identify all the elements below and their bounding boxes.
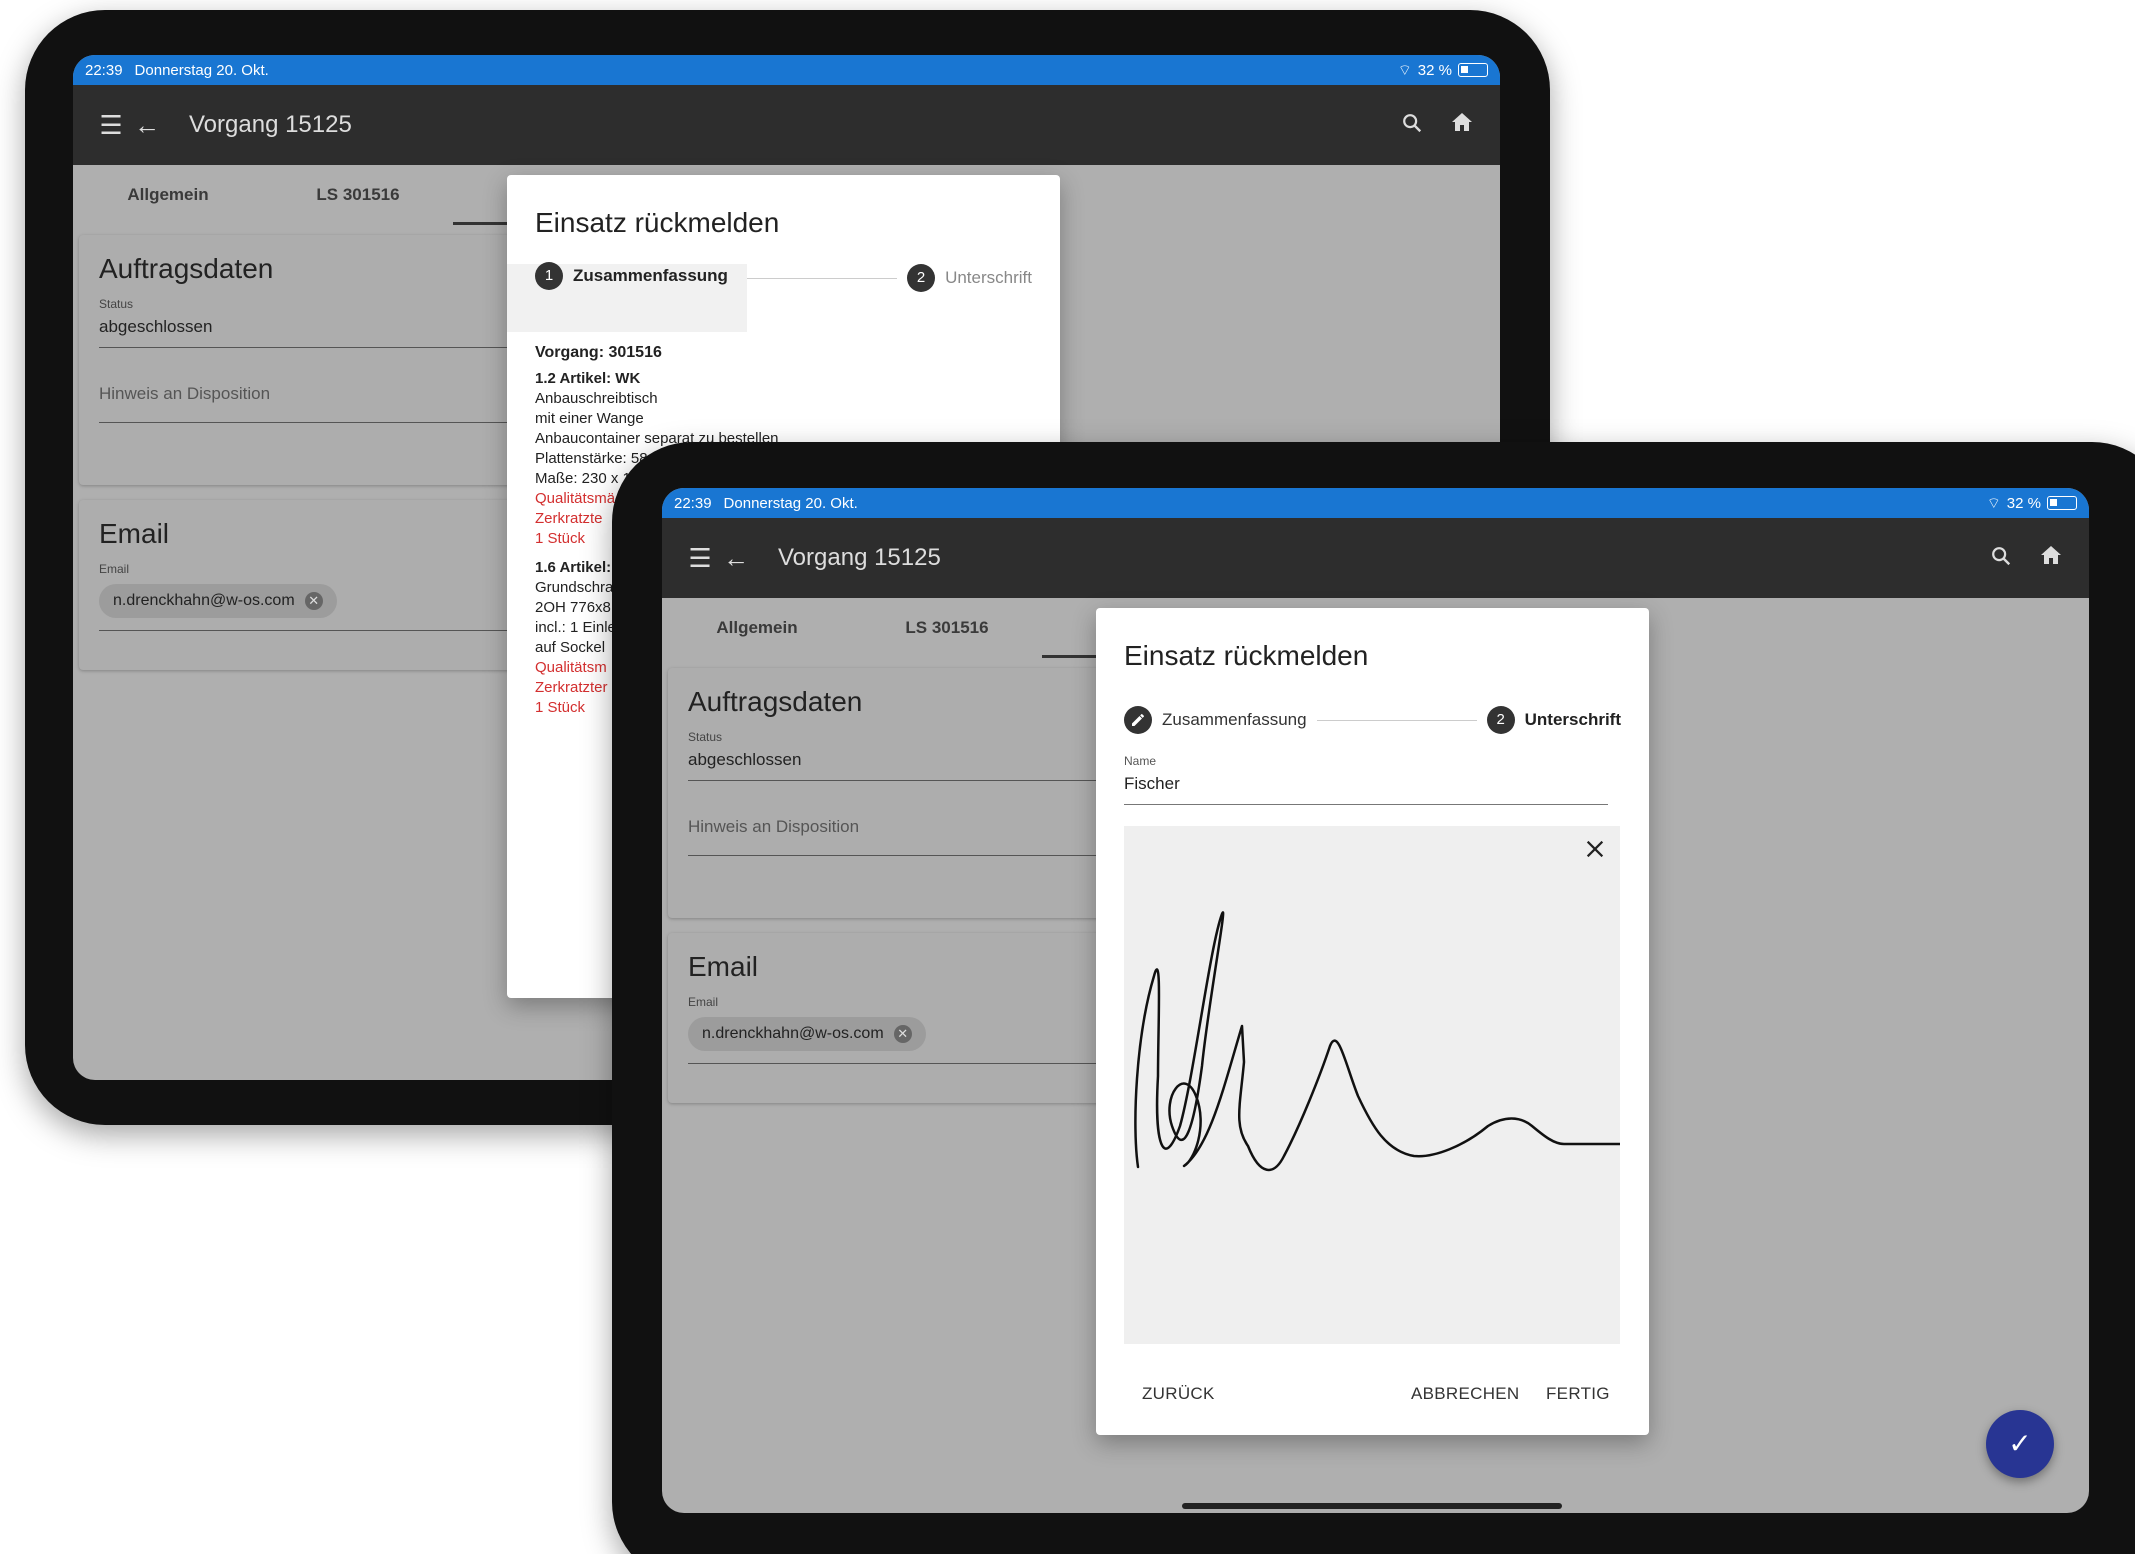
battery-icon xyxy=(2047,496,2077,510)
battery-icon xyxy=(1458,63,1488,77)
status-time: 22:39 xyxy=(674,494,712,512)
status-date: Donnerstag 20. Okt. xyxy=(723,494,858,512)
arrow-left-icon[interactable]: ← xyxy=(129,110,165,141)
tab-allgemein[interactable]: Allgemein xyxy=(662,618,852,638)
step-unterschrift[interactable]: 2 Unterschrift xyxy=(907,264,1032,292)
pencil-icon xyxy=(1124,706,1152,734)
menu-icon[interactable]: ☰ xyxy=(93,110,129,141)
name-field[interactable]: Name Fischer xyxy=(1124,754,1608,805)
wifi-icon: ⌔ xyxy=(1986,494,2001,512)
article-title: 1.2 Artikel: WK xyxy=(535,370,641,387)
step-zusammenfassung[interactable]: Zusammenfassung xyxy=(1124,706,1307,734)
step-connector xyxy=(1316,719,1477,721)
check-icon[interactable]: ✓ xyxy=(1986,1410,2054,1478)
article-line: mit einer Wange xyxy=(535,410,644,427)
app-bar: ☰ ← Vorgang 15125 xyxy=(73,85,1500,165)
signature-stroke xyxy=(1134,911,1620,1172)
step-zusammenfassung[interactable]: 1 Zusammenfassung xyxy=(535,262,728,290)
back-button[interactable]: ZURÜCK xyxy=(1142,1384,1215,1404)
step-number: 2 xyxy=(1486,706,1515,734)
email-chip-label: n.drenckhahn@w-os.com xyxy=(113,592,295,609)
front-tablet-frame: 22:39 Donnerstag 20. Okt. ⌔ 32 % ☰ ← Vor… xyxy=(612,442,2135,1554)
home-icon[interactable] xyxy=(1444,110,1480,141)
name-label: Name xyxy=(1124,754,1157,768)
done-button[interactable]: FERTIG xyxy=(1546,1384,1610,1404)
home-icon[interactable] xyxy=(2033,543,2069,574)
status-bar: 22:39 Donnerstag 20. Okt. ⌔ 32 % xyxy=(73,55,1500,85)
step-label: Unterschrift xyxy=(945,268,1032,287)
article-line: Anbauschreibtisch xyxy=(535,390,658,407)
tab-ls[interactable]: LS 301516 xyxy=(263,185,453,205)
dialog-title: Einsatz rückmelden xyxy=(1124,640,1369,671)
step-number: 2 xyxy=(907,264,936,292)
status-date: Donnerstag 20. Okt. xyxy=(134,61,269,79)
step-label: Zusammenfassung xyxy=(1162,710,1307,729)
step-unterschrift[interactable]: 2 Unterschrift xyxy=(1486,706,1621,734)
email-chip-label: n.drenckhahn@w-os.com xyxy=(702,1025,884,1042)
email-chip[interactable]: n.drenckhahn@w-os.com ✕ xyxy=(688,1017,926,1051)
step-number: 1 xyxy=(535,262,563,290)
tab-ls[interactable]: LS 301516 xyxy=(852,618,1042,638)
search-icon[interactable] xyxy=(1394,110,1430,141)
cancel-button[interactable]: ABBRECHEN xyxy=(1411,1384,1520,1404)
app-bar: ☰ ← Vorgang 15125 xyxy=(662,518,2089,598)
wifi-icon: ⌔ xyxy=(1397,61,1412,79)
page-title: Vorgang 15125 xyxy=(778,544,941,571)
home-indicator xyxy=(1182,1503,1562,1509)
email-chip[interactable]: n.drenckhahn@w-os.com ✕ xyxy=(99,584,337,618)
name-input[interactable]: Fischer xyxy=(1124,768,1608,805)
chip-remove-icon[interactable]: ✕ xyxy=(304,592,323,610)
search-icon[interactable] xyxy=(1983,543,2019,574)
battery-label: 32 % xyxy=(1417,61,1452,79)
stepper: 1 Zusammenfassung 2 Unterschrift xyxy=(507,262,1060,332)
vorgang-label: Vorgang: 301516 xyxy=(535,344,662,361)
step-label: Zusammenfassung xyxy=(573,266,728,285)
tab-allgemein[interactable]: Allgemein xyxy=(73,185,263,205)
battery-label: 32 % xyxy=(2006,494,2041,512)
menu-icon[interactable]: ☰ xyxy=(682,543,718,574)
step-label: Unterschrift xyxy=(1524,710,1621,729)
status-time: 22:39 xyxy=(85,61,123,79)
step-connector xyxy=(737,277,898,279)
dialog-title: Einsatz rückmelden xyxy=(535,207,780,238)
page-title: Vorgang 15125 xyxy=(189,111,352,138)
front-tablet-screen: 22:39 Donnerstag 20. Okt. ⌔ 32 % ☰ ← Vor… xyxy=(662,488,2089,1513)
arrow-left-icon[interactable]: ← xyxy=(718,543,754,574)
chip-remove-icon[interactable]: ✕ xyxy=(893,1025,912,1043)
dialog-signature: Einsatz rückmelden Zusammenfassung 2 Unt… xyxy=(1096,608,1649,1435)
status-bar: 22:39 Donnerstag 20. Okt. ⌔ 32 % xyxy=(662,488,2089,518)
stepper: Zusammenfassung 2 Unterschrift xyxy=(1096,706,1649,734)
signature-pad[interactable] xyxy=(1124,826,1620,1344)
